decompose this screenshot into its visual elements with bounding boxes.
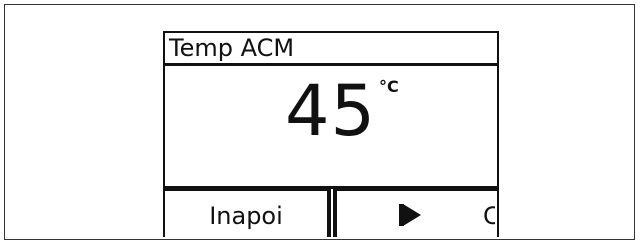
next-softkey-label: C <box>483 202 495 230</box>
temperature-unit: °C <box>379 77 399 96</box>
back-softkey[interactable]: Inapoi <box>163 189 329 237</box>
back-softkey-label: Inapoi <box>209 202 283 230</box>
screen-title: Temp ACM <box>163 31 499 63</box>
value-panel: 45 °C <box>163 66 499 187</box>
lcd-screen: Temp ACM 45 °C Inapoi C <box>163 31 499 237</box>
play-icon <box>403 204 421 226</box>
next-softkey[interactable]: C <box>335 189 499 237</box>
temperature-value: 45 <box>285 70 377 152</box>
